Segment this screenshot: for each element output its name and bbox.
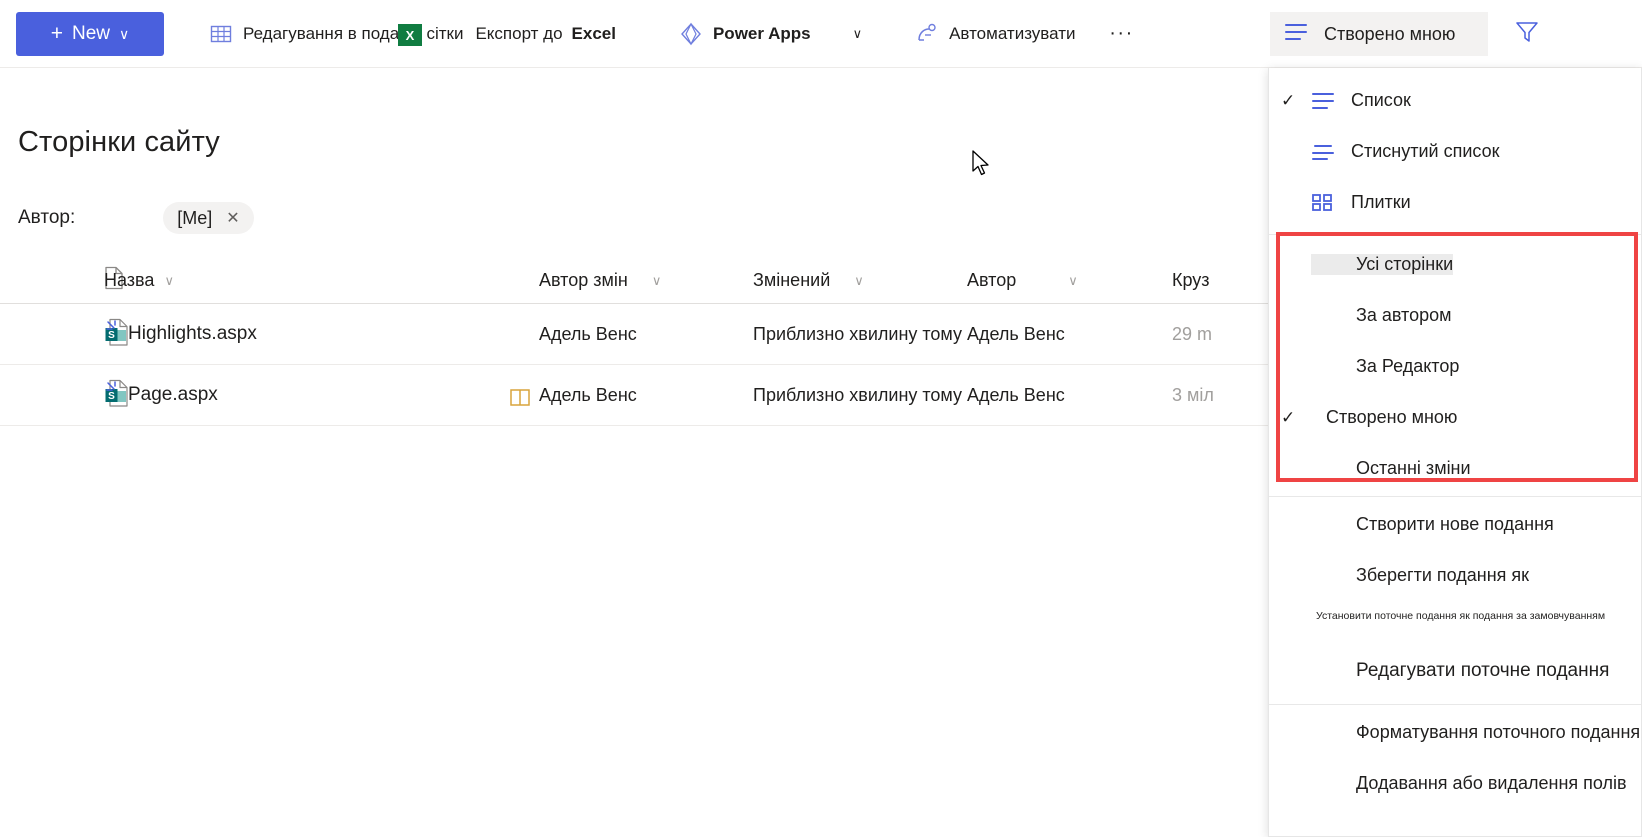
excel-icon: X [398,22,422,46]
menu-item-label: За Редактор [1356,356,1460,376]
tiles-icon [1311,193,1349,213]
powerapps-icon [678,21,704,47]
power-apps-label: Power Apps [712,23,811,43]
filter-pill-author[interactable]: [Me] ✕ [163,202,254,234]
automate-icon [914,21,940,47]
column-header-modified[interactable]: Змінений ∨ [753,270,967,291]
automate-button[interactable]: Автоматизувати [904,12,1085,56]
new-button-label: New [72,22,111,44]
row-name-cell[interactable]: Highlights.aspx [104,317,539,352]
menu-item-label: Додавання або видалення полів [1356,773,1627,793]
view-selector-button[interactable]: Створено мною [1270,12,1488,56]
automate-label: Автоматизувати [949,23,1076,43]
menu-item-edit-current-view[interactable]: Редагувати поточне подання [1269,645,1641,696]
view-selector-label: Створено мною [1324,23,1456,44]
menu-item-created-by-me[interactable]: ✓ Створено мною [1269,392,1641,443]
menu-item-label: За автором [1356,305,1452,325]
menu-divider [1269,704,1641,705]
filter-pill-value: [Me] [177,207,213,228]
filter-row: Автор: [Me] ✕ [18,202,254,234]
menu-item-label: Останні зміни [1356,458,1471,478]
power-apps-button[interactable]: Power Apps [668,12,821,56]
column-header-last-label: Круз [1172,270,1210,290]
menu-item-by-author[interactable]: За автором [1269,290,1641,341]
chevron-down-icon: ∨ [119,25,130,42]
column-header-name[interactable]: Назва ∨ [104,270,539,291]
column-header-editor[interactable]: Автор змін ∨ [539,270,753,291]
chevron-down-icon: ∨ [854,272,864,288]
plus-icon: + [50,22,63,45]
menu-item-label: Створити нове подання [1356,514,1554,534]
app-root: + New ∨ Редагування в поданні сітки Експ… [0,0,1642,837]
menu-item-create-new-view[interactable]: Створити нове подання [1269,499,1641,550]
filter-icon [1514,19,1540,50]
menu-item-label: Форматування поточного подання [1356,722,1641,742]
menu-item-by-editor[interactable]: За Редактор [1269,341,1641,392]
menu-item-tiles[interactable]: Плитки [1269,177,1641,228]
compact-list-icon [1311,142,1349,162]
check-icon: ✓ [1281,90,1296,110]
menu-item-label: Плитки [1351,192,1411,212]
column-header-modified-label: Змінений [753,270,831,290]
menu-item-save-view-as[interactable]: Зберегти подання як [1269,550,1641,601]
row-author-cell: Адель Венс [967,323,1065,344]
row-modified-cell: Приблизно хвилину тому [753,384,963,405]
share-burst-icon [104,378,122,413]
menu-item-label: Редагувати поточне подання [1356,659,1610,681]
export-excel-button[interactable]: Експорт до Excel [473,12,626,56]
filter-button[interactable] [1505,12,1549,56]
menu-item-label: Створено мною [1326,407,1458,427]
menu-item-label: Усі сторінки [1311,254,1454,275]
chevron-down-icon: ∨ [164,272,174,288]
row-name-cell[interactable]: Page.aspx [104,378,539,413]
overflow-menu-button[interactable]: ··· [1104,16,1140,52]
column-header-author[interactable]: Автор ∨ [967,270,1172,291]
share-burst-icon [104,317,122,352]
export-excel-label: Експорт до [475,23,563,43]
new-button[interactable]: + New ∨ [16,11,164,56]
menu-item-label: Стиснутий список [1351,141,1500,161]
column-header-author-label: Автор [967,270,1017,290]
row-name-label: Highlights.aspx [128,323,257,344]
column-header-editor-label: Автор змін [539,270,628,290]
row-editor-cell: Адель Венс [539,323,637,344]
power-apps-chevron-down-icon[interactable]: ∨ [847,26,869,42]
chevron-down-icon: ∨ [651,272,662,288]
menu-divider [1269,496,1641,497]
menu-item-recent-changes[interactable]: Останні зміни [1269,443,1641,494]
view-options-menu: ✓ Список Стиснутий список Плитки Усі сто… [1268,68,1642,837]
grid-edit-button[interactable]: Редагування в поданні сітки [198,12,473,56]
column-header-name-label: Назва [104,270,155,290]
row-name-label: Page.aspx [128,384,218,405]
svg-text:X: X [406,28,415,43]
menu-item-set-default-view[interactable]: Установити поточне подання як подання за… [1269,601,1641,631]
chevron-down-icon: ∨ [1068,272,1078,288]
menu-item-format-current-view[interactable]: Форматування поточного подання [1269,707,1641,758]
row-editor-cell: Адель Венс [539,384,637,405]
menu-item-label: Зберегти подання як [1356,565,1530,585]
row-type-icon-cell: S [0,378,128,413]
menu-divider [1269,234,1641,235]
row-author-cell: Адель Венс [967,384,1065,405]
row-type-icon-cell: S [0,317,128,352]
menu-item-all-pages[interactable]: Усі сторінки [1269,239,1641,290]
row-modified-cell: Приблизно хвилину тому [753,323,963,344]
menu-item-compact-list[interactable]: Стиснутий список [1269,126,1641,177]
grid-edit-label: Редагування в поданні сітки [243,23,464,43]
menu-item-list[interactable]: ✓ Список [1269,75,1641,126]
close-icon[interactable]: ✕ [226,208,239,228]
mouse-cursor [972,150,992,183]
export-excel-label-2: Excel [571,23,616,43]
book-icon [510,388,530,412]
menu-item-label: Список [1351,90,1411,110]
filter-label: Автор: [18,207,76,228]
list-icon [1284,21,1310,48]
list-icon [1311,91,1349,111]
column-header-type[interactable] [0,266,123,295]
check-icon: ✓ [1281,407,1296,427]
page-title: Сторінки сайту [18,126,220,158]
grid-icon [208,21,234,47]
menu-item-add-remove-fields[interactable]: Додавання або видалення полів [1269,758,1641,809]
